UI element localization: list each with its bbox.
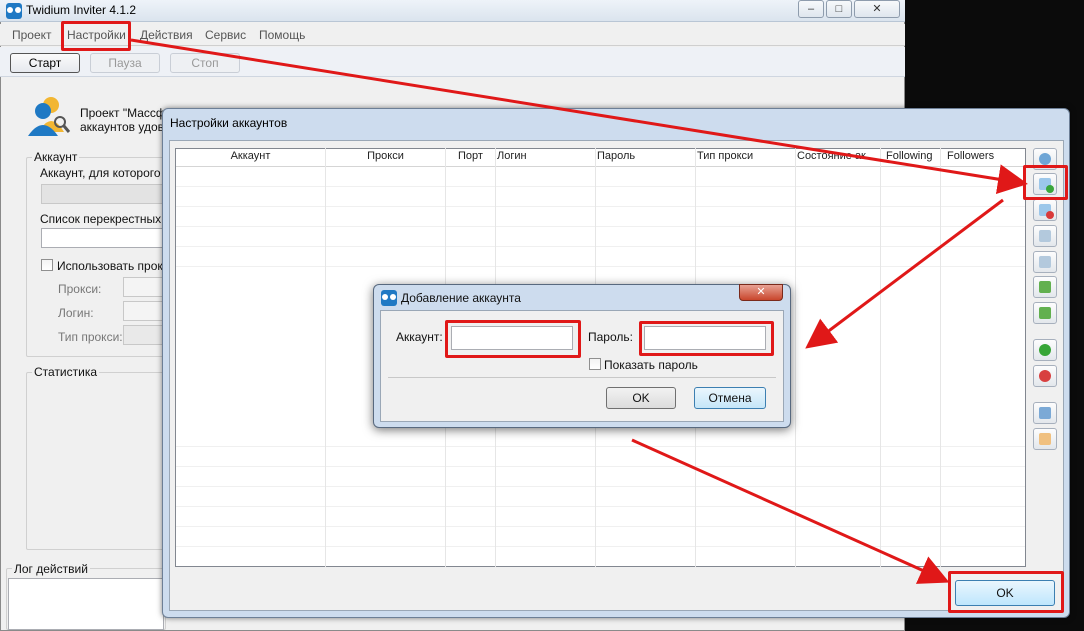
arrow-to-add-button xyxy=(130,38,1028,195)
arrow-to-ok-button xyxy=(631,438,950,584)
annotation-arrows xyxy=(130,38,1028,584)
arrow-to-dialog xyxy=(805,198,1004,349)
